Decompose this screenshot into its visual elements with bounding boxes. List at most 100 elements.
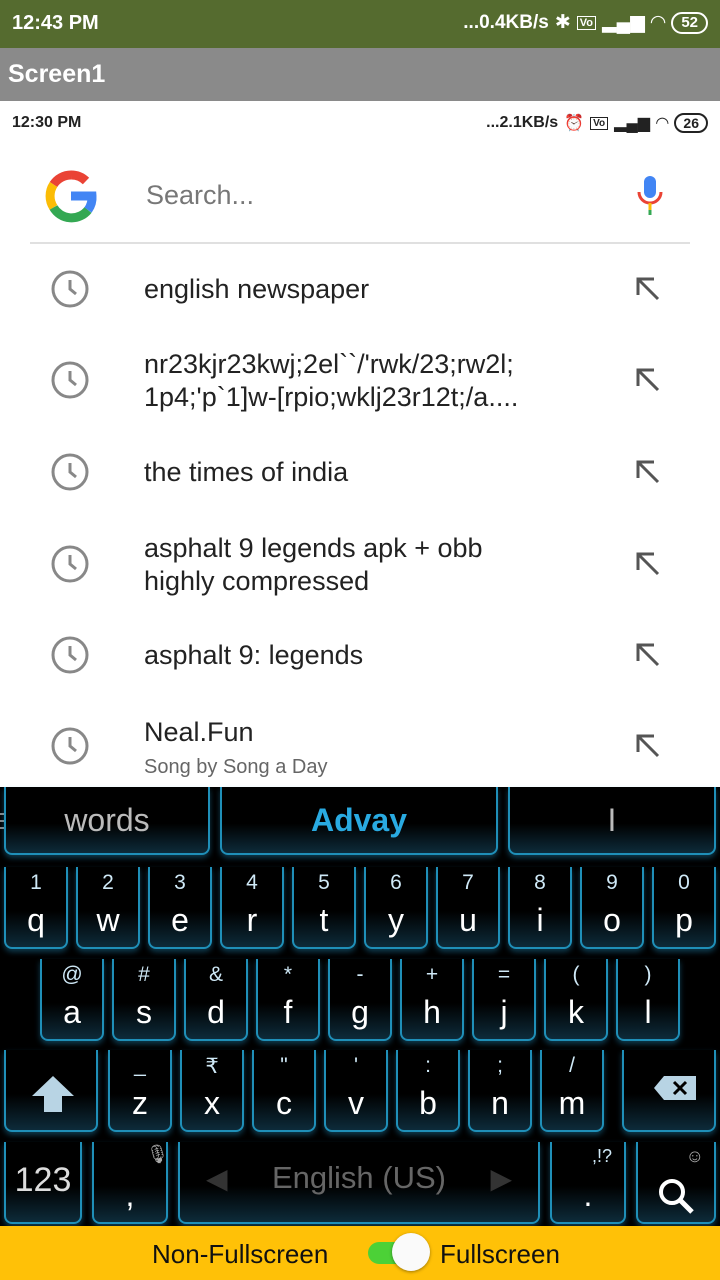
key-y[interactable]: 6y xyxy=(364,867,428,949)
key-f[interactable]: * f xyxy=(256,959,320,1041)
shift-key[interactable] xyxy=(4,1050,98,1132)
key-label: x xyxy=(204,1085,220,1121)
key-i[interactable]: 8i xyxy=(508,867,572,949)
volte-icon: Vo xyxy=(576,15,596,30)
key-w[interactable]: 2w xyxy=(76,867,140,949)
key-q[interactable]: 1q xyxy=(4,867,68,949)
key-x[interactable]: ₹ x xyxy=(180,1050,244,1132)
fullscreen-toggle-bar: Non-Fullscreen Fullscreen xyxy=(0,1226,720,1280)
wifi-icon: ◠ xyxy=(656,115,669,132)
fill-query-arrow-icon[interactable] xyxy=(632,273,664,305)
key-v[interactable]: ' v xyxy=(324,1050,388,1132)
fill-query-arrow-icon[interactable] xyxy=(632,639,664,671)
suggestion-text: english newspaper xyxy=(144,274,370,304)
key-label: h xyxy=(423,994,441,1030)
list-item[interactable]: nr23kjr23kwj;2el``/'rwk/23;rw2l; 1p4;'p`… xyxy=(0,340,720,422)
search-input[interactable] xyxy=(144,174,588,216)
app-title: Screen1 xyxy=(8,60,106,88)
key-d[interactable]: & d xyxy=(184,959,248,1041)
microphone-icon[interactable] xyxy=(636,174,664,216)
status-time: 12:43 PM xyxy=(12,12,99,34)
fill-query-arrow-icon[interactable] xyxy=(632,364,664,396)
list-item[interactable]: asphalt 9: legends xyxy=(0,624,720,688)
switch-thumb xyxy=(392,1233,430,1271)
language-right-icon: ▶ xyxy=(490,1163,512,1194)
key-hint: 5 xyxy=(318,871,330,894)
backspace-key[interactable] xyxy=(622,1050,716,1132)
fill-query-arrow-icon[interactable] xyxy=(632,730,664,762)
non-fullscreen-label: Non-Fullscreen xyxy=(152,1239,329,1269)
key-hint: / xyxy=(569,1054,575,1077)
suggestion-text: Neal.Fun Song by Song a Day xyxy=(144,716,327,784)
backspace-icon xyxy=(654,1076,696,1100)
emoji-hint-icon: ☺ xyxy=(685,1146,704,1166)
key-hint: _ xyxy=(134,1054,146,1077)
alarm-icon: ⏰ xyxy=(564,115,585,132)
fullscreen-switch[interactable] xyxy=(364,1233,432,1271)
key-k[interactable]: (k xyxy=(544,959,608,1041)
key-label: z xyxy=(132,1085,148,1121)
list-item[interactable]: Neal.Fun Song by Song a Day xyxy=(0,706,720,786)
key-hint: 7 xyxy=(462,871,474,894)
key-label: a xyxy=(63,994,81,1030)
history-clock-icon xyxy=(51,453,89,491)
key-hint: = xyxy=(497,963,511,986)
search-icon xyxy=(659,1179,694,1214)
key-g[interactable]: -g xyxy=(328,959,392,1041)
key-a[interactable]: @ a xyxy=(40,959,104,1041)
key-r[interactable]: 4r xyxy=(220,867,284,949)
list-item[interactable]: english newspaper xyxy=(0,258,720,322)
key-e[interactable]: 3e xyxy=(148,867,212,949)
key-label: n xyxy=(491,1085,509,1121)
key-b[interactable]: :b xyxy=(396,1050,460,1132)
space-key[interactable]: ◀ English (US) ▶ xyxy=(178,1142,540,1224)
list-item[interactable]: asphalt 9 legends apk + obb highly compr… xyxy=(0,524,720,606)
key-m[interactable]: / m xyxy=(540,1050,604,1132)
key-label: m xyxy=(558,1085,586,1121)
key-label: w xyxy=(96,902,120,938)
period-key[interactable]: ,!? . xyxy=(550,1142,626,1224)
key-j[interactable]: = j xyxy=(472,959,536,1041)
search-bar[interactable] xyxy=(30,150,690,244)
key-z[interactable]: _ z xyxy=(108,1050,172,1132)
key-hint: 2 xyxy=(102,871,114,894)
key-hint: 9 xyxy=(606,871,618,894)
history-clock-icon xyxy=(51,636,89,674)
search-key[interactable]: ☺ xyxy=(636,1142,716,1224)
key-hint: & xyxy=(208,963,223,986)
key-hint: ; xyxy=(497,1054,503,1077)
numbers-key[interactable]: 123 xyxy=(4,1142,82,1224)
key-hint: * xyxy=(283,963,293,986)
history-clock-icon xyxy=(51,361,89,399)
key-label: r xyxy=(246,902,258,938)
candidate-word-primary[interactable]: Advay xyxy=(220,787,498,855)
fill-query-arrow-icon[interactable] xyxy=(632,548,664,580)
key-label: d xyxy=(207,994,225,1030)
comma-key[interactable]: 🎙 , xyxy=(92,1142,169,1224)
key-h[interactable]: + h xyxy=(400,959,464,1041)
key-label: s xyxy=(136,994,152,1030)
suggestion-text: nr23kjr23kwj;2el``/'rwk/23;rw2l; 1p4;'p`… xyxy=(144,349,519,412)
key-s[interactable]: # s xyxy=(112,959,176,1041)
candidate-word[interactable]: words xyxy=(4,787,210,855)
history-clock-icon xyxy=(51,545,89,583)
inner-network-speed: ...2.1KB/s xyxy=(486,114,559,131)
key-o[interactable]: 9o xyxy=(580,867,644,949)
candidate-word[interactable]: I xyxy=(508,787,716,855)
signal-icon: ▂▄▆ xyxy=(602,12,645,33)
key-hint: 6 xyxy=(390,871,402,894)
key-l[interactable]: ) l xyxy=(616,959,680,1041)
list-item[interactable]: the times of india xyxy=(0,442,720,506)
key-u[interactable]: 7u xyxy=(436,867,500,949)
key-p[interactable]: 0p xyxy=(652,867,716,949)
key-label: u xyxy=(459,902,477,938)
suggestion-text: asphalt 9 legends apk + obb highly compr… xyxy=(144,533,483,596)
battery-icon: 26 xyxy=(674,113,708,133)
key-c[interactable]: " c xyxy=(252,1050,316,1132)
key-hint: ' xyxy=(353,1054,358,1077)
fill-query-arrow-icon[interactable] xyxy=(632,456,664,488)
network-speed: ...0.4KB/s xyxy=(463,11,549,33)
key-n[interactable]: ; n xyxy=(468,1050,532,1132)
key-hint: # xyxy=(138,963,150,986)
key-t[interactable]: 5t xyxy=(292,867,356,949)
